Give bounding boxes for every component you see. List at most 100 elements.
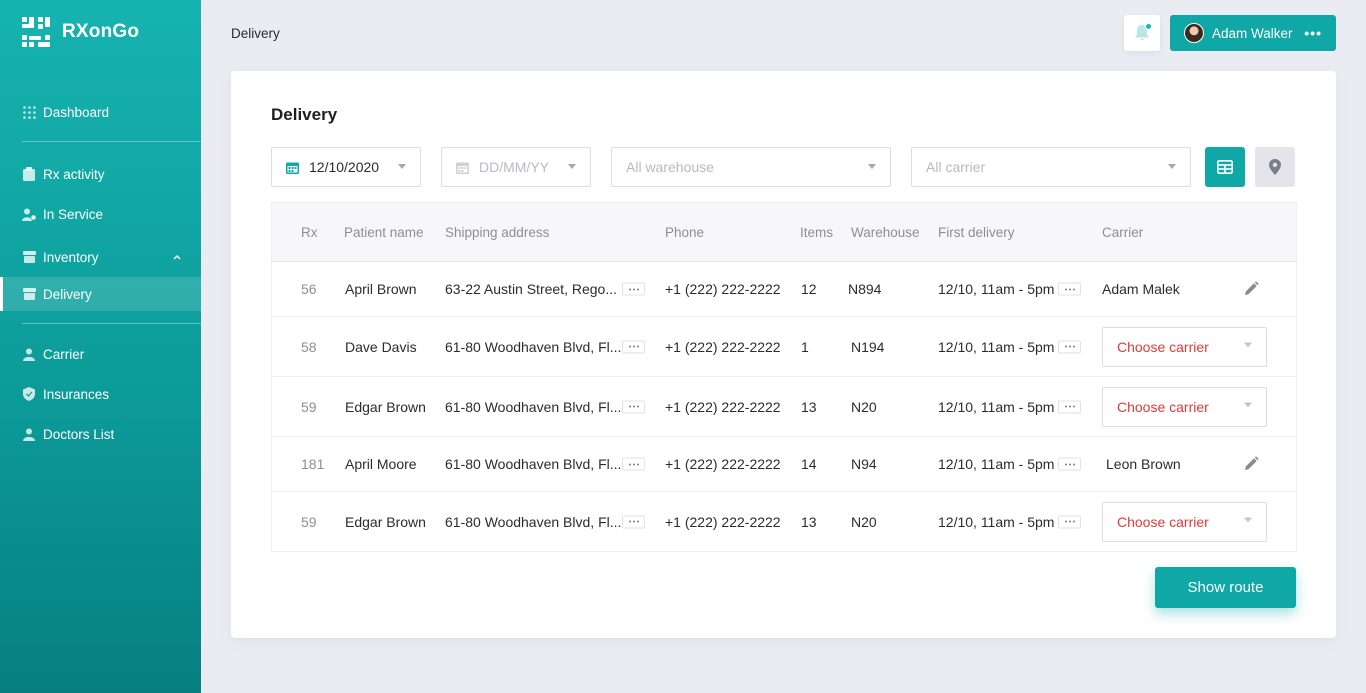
items-cell: 14 [801,456,817,472]
delivery-more-button[interactable] [1058,282,1081,296]
user-icon [22,347,36,361]
column-header: Items [800,225,834,240]
first-delivery-cell: 12/10, 11am - 5pm [938,513,1055,530]
table-row[interactable]: 59 Edgar Brown 61-80 Woodhaven Blvd, Fl.… [271,492,1297,552]
sidebar-item-inventory[interactable]: Inventory [0,240,201,274]
address-more-button[interactable] [622,515,645,528]
items-cell: 13 [801,513,817,530]
warehouse-cell: N20 [851,398,877,415]
calendar-icon [286,161,299,174]
choose-carrier-label: Choose carrier [1117,513,1209,530]
carrier-placeholder: All carrier [926,159,986,175]
rx-cell: 59 [301,513,317,530]
user-name: Adam Walker [1212,25,1293,41]
user-icon [22,427,36,441]
choose-carrier-select[interactable]: Choose carrier [1102,386,1267,427]
more-icon[interactable]: ••• [1304,25,1322,41]
app-logo[interactable]: RXonGo [22,17,139,47]
sidebar-item-dashboard[interactable]: Dashboard [0,95,201,129]
column-header: Warehouse [851,225,920,240]
sidebar: RXonGo Dashboard Rx activity In Service … [0,0,201,693]
patient-cell: Edgar Brown [345,513,426,530]
date-from-value: 12/10/2020 [309,159,380,175]
grid-icon [22,105,36,119]
delivery-card: Delivery 12/10/2020 DD/MM/YY All warehou… [231,71,1336,638]
sidebar-item-in-service[interactable]: In Service [0,197,201,231]
patient-cell: Edgar Brown [345,398,426,415]
breadcrumb: Delivery [231,26,280,41]
table-row[interactable]: 181 April Moore 61-80 Woodhaven Blvd, Fl… [271,437,1297,492]
delivery-more-button[interactable] [1058,457,1081,471]
sidebar-item-carrier[interactable]: Carrier [0,337,201,371]
sidebar-item-label: Dashboard [43,104,110,120]
table-view-button[interactable] [1205,147,1245,187]
address-more-button[interactable] [622,400,645,413]
sidebar-item-label: In Service [43,206,104,222]
notifications-button[interactable] [1124,15,1160,51]
warehouse-cell: N194 [851,338,885,355]
sidebar-item-label: Insurances [43,386,110,402]
date-from-picker[interactable]: 12/10/2020 [271,147,421,187]
map-pin-icon [1269,159,1281,175]
address-cell: 61-80 Woodhaven Blvd, Fl... [445,398,622,415]
warehouse-cell: N94 [851,456,877,472]
table-row[interactable]: 56 April Brown 63-22 Austin Street, Rego… [271,262,1297,317]
chevron-down-icon [1244,342,1252,347]
shield-icon [22,387,36,401]
warehouse-select[interactable]: All warehouse [611,147,891,187]
sidebar-item-insurances[interactable]: Insurances [0,377,201,411]
carrier-filter-select[interactable]: All carrier [911,147,1191,187]
sidebar-item-delivery[interactable]: Delivery [0,277,201,311]
address-cell: 61-80 Woodhaven Blvd, Fl... [445,456,622,472]
user-menu[interactable]: Adam Walker ••• [1170,15,1336,51]
address-more-button[interactable] [622,282,645,296]
edit-pencil-icon[interactable] [1242,280,1260,298]
avatar [1184,23,1204,43]
notification-dot [1145,23,1152,30]
choose-carrier-select[interactable]: Choose carrier [1102,501,1267,542]
edit-pencil-icon[interactable] [1242,455,1260,473]
warehouse-cell: N894 [848,281,882,297]
table-row[interactable]: 59 Edgar Brown 61-80 Woodhaven Blvd, Fl.… [271,377,1297,437]
table-row[interactable]: 58 Dave Davis 61-80 Woodhaven Blvd, Fl..… [271,317,1297,377]
chevron-down-icon [398,164,406,169]
date-to-placeholder: DD/MM/YY [479,159,549,175]
chevron-down-icon [868,164,876,169]
delivery-more-button[interactable] [1058,340,1081,353]
logo-icon [22,17,50,47]
first-delivery-cell: 12/10, 11am - 5pm [938,456,1055,472]
page-title: Delivery [271,105,338,124]
address-more-button[interactable] [622,340,645,353]
sidebar-item-doctors-list[interactable]: Doctors List [0,417,201,451]
carrier-cell: Adam Malek [1102,281,1180,297]
items-cell: 13 [801,398,817,415]
chevron-down-icon [1244,517,1252,522]
choose-carrier-label: Choose carrier [1117,338,1209,355]
sidebar-item-label: Rx activity [43,166,105,182]
column-header: Carrier [1102,225,1144,240]
chevron-up-icon[interactable] [173,252,181,263]
column-header: Phone [665,225,705,240]
phone-cell: +1 (222) 222-2222 [665,338,781,355]
column-header: First delivery [938,225,1015,240]
delivery-more-button[interactable] [1058,400,1081,413]
sidebar-item-rx-activity[interactable]: Rx activity [0,157,201,191]
rx-cell: 59 [301,398,317,415]
first-delivery-cell: 12/10, 11am - 5pm [938,338,1055,355]
sidebar-item-label: Doctors List [43,426,115,442]
rx-cell: 181 [301,456,325,472]
sidebar-item-label: Delivery [43,286,92,302]
show-route-button[interactable]: Show route [1155,567,1296,608]
table-header: Rx Patient name Shipping address Phone I… [271,202,1297,262]
address-more-button[interactable] [622,457,645,471]
choose-carrier-label: Choose carrier [1117,398,1209,415]
rx-cell: 56 [301,281,317,297]
column-header: Shipping address [445,225,550,240]
delivery-more-button[interactable] [1058,515,1081,528]
map-view-button[interactable] [1255,147,1295,187]
address-cell: 61-80 Woodhaven Blvd, Fl... [445,338,622,355]
phone-cell: +1 (222) 222-2222 [665,513,781,530]
choose-carrier-select[interactable]: Choose carrier [1102,326,1267,367]
date-to-picker[interactable]: DD/MM/YY [441,147,591,187]
table-icon [1217,160,1233,174]
